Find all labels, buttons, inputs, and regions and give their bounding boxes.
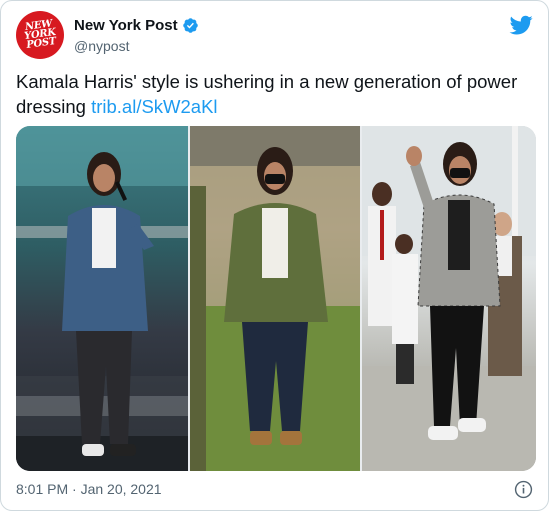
photo-stage-illustration [16,126,188,471]
photo-field-olive-jacket[interactable] [190,126,360,471]
photo-waving-houndstooth-blazer[interactable] [362,126,536,471]
name-row: New York Post [74,17,199,34]
photo-stage-navy-blazer[interactable] [16,126,188,471]
tweet-text: Kamala Harris' style is ushering in a ne… [16,69,536,119]
media-grid [16,126,536,471]
twitter-bird-icon[interactable] [509,13,533,37]
display-name[interactable]: New York Post [74,17,178,34]
photo-field-illustration [190,126,360,471]
tweet-card: NEW YORK POST New York Post @nypost Kama… [0,0,549,511]
info-icon[interactable] [514,480,533,499]
tweet-link[interactable]: trib.al/SkW2aKl [91,96,217,117]
verified-badge-icon [182,18,198,33]
avatar-logo-text: NEW YORK POST [23,18,57,51]
tweet-timestamp[interactable]: 8:01 PM · Jan 20, 2021 [16,481,162,497]
photo-waving-illustration [362,126,536,471]
avatar[interactable]: NEW YORK POST [16,11,64,59]
account-handle[interactable]: @nypost [74,38,129,54]
tweet-header: NEW YORK POST New York Post @nypost [16,11,533,61]
